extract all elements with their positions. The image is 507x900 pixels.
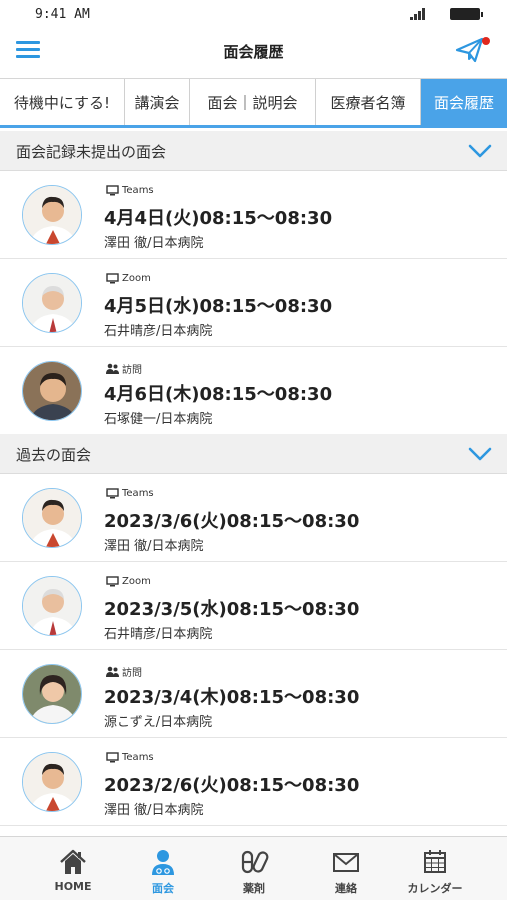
meeting-datetime: 2023/3/6(火)08:15〜08:30 (104, 511, 360, 532)
tab-meetings-briefings[interactable]: 面会｜説明会 (190, 79, 316, 125)
meeting-row[interactable]: Teams 4月4日(火)08:15〜08:30 澤田 徹/日本病院 (0, 171, 507, 259)
meeting-datetime: 2023/3/5(水)08:15〜08:30 (104, 599, 360, 620)
avatar (22, 273, 82, 333)
meeting-person: 澤田 徹/日本病院 (104, 803, 204, 818)
meeting-type-label: Teams (122, 752, 154, 763)
pills-icon (241, 850, 269, 874)
avatar (22, 664, 82, 724)
avatar (22, 185, 82, 245)
chevron-down-icon[interactable] (468, 143, 492, 159)
meeting-row[interactable]: Zoom 2023/3/5(水)08:15〜08:30 石井晴彦/日本病院 (0, 562, 507, 650)
tab-bar: 待機中にする! 講演会 面会｜説明会 医療者名簿 面会履歴 (0, 78, 507, 128)
meeting-person: 澤田 徹/日本病院 (104, 539, 204, 554)
meeting-row[interactable]: Teams 2023/2/6(火)08:15〜08:30 澤田 徹/日本病院 (0, 738, 507, 826)
page-title: 面会履歴 (223, 43, 284, 61)
section-header-pending[interactable]: 面会記録未提出の面会 (0, 131, 507, 171)
nav-home-label: HOME (54, 880, 92, 893)
notification-badge (482, 37, 490, 45)
nav-contact[interactable]: 連絡 (301, 837, 391, 900)
monitor-icon (106, 488, 119, 499)
meeting-row[interactable]: 訪問 4月6日(木)08:15〜08:30 石塚健一/日本病院 (0, 347, 507, 435)
tab-medical-directory[interactable]: 医療者名簿 (316, 79, 421, 125)
meeting-type: Teams (106, 752, 154, 763)
avatar (22, 488, 82, 548)
meeting-person: 石井晴彦/日本病院 (104, 324, 213, 339)
meeting-type-label: Teams (122, 488, 154, 499)
monitor-icon (106, 576, 119, 587)
meeting-row[interactable]: 訪問 2023/3/4(木)08:15〜08:30 源こずえ/日本病院 (0, 650, 507, 738)
meeting-type: Teams (106, 185, 154, 196)
meeting-icon (152, 850, 174, 875)
meeting-type: Zoom (106, 576, 151, 587)
meeting-type-label: Zoom (122, 576, 151, 587)
send-button[interactable] (455, 36, 491, 66)
people-icon (106, 363, 119, 374)
meeting-person: 源こずえ/日本病院 (104, 715, 213, 730)
meeting-person: 石井晴彦/日本病院 (104, 627, 213, 642)
meeting-type-label: Zoom (122, 273, 151, 284)
nav-bar: 面会履歴 (0, 30, 507, 72)
paper-plane-icon (455, 37, 484, 63)
meeting-type-label: 訪問 (122, 668, 142, 679)
meeting-row[interactable]: Zoom 4月5日(水)08:15〜08:30 石井晴彦/日本病院 (0, 259, 507, 347)
meeting-row[interactable]: Teams 2023/3/6(火)08:15〜08:30 澤田 徹/日本病院 (0, 474, 507, 562)
meeting-type: 訪問 (106, 361, 142, 376)
meeting-datetime: 4月4日(火)08:15〜08:30 (104, 208, 333, 229)
meeting-datetime: 2023/2/6(火)08:15〜08:30 (104, 775, 360, 796)
meeting-datetime: 4月6日(木)08:15〜08:30 (104, 384, 333, 405)
meeting-type: 訪問 (106, 664, 142, 679)
people-icon (106, 666, 119, 677)
tab-standby[interactable]: 待機中にする! (0, 79, 125, 125)
nav-meetings[interactable]: 面会 (118, 837, 208, 900)
mail-icon (333, 853, 359, 872)
calendar-icon (424, 850, 446, 873)
tab-meeting-history[interactable]: 面会履歴 (421, 79, 507, 125)
bottom-nav: HOME 面会 薬剤 連絡 カレンダー (0, 836, 507, 900)
nav-calendar-label: カレンダー (407, 882, 463, 895)
section-title-pending: 面会記録未提出の面会 (16, 143, 167, 161)
monitor-icon (106, 185, 119, 196)
meeting-type-label: Teams (122, 185, 154, 196)
meeting-datetime: 2023/3/4(木)08:15〜08:30 (104, 687, 360, 708)
meeting-type-label: 訪問 (122, 365, 142, 376)
tab-lectures[interactable]: 講演会 (125, 79, 190, 125)
monitor-icon (106, 273, 119, 284)
meeting-type: Teams (106, 488, 154, 499)
nav-drugs-label: 薬剤 (243, 882, 265, 895)
section-title-past: 過去の面会 (16, 446, 92, 464)
status-time: 9:41 AM (35, 7, 90, 22)
nav-home[interactable]: HOME (28, 837, 118, 900)
chevron-down-icon[interactable] (468, 446, 492, 462)
signal-icon (410, 8, 428, 20)
meeting-type: Zoom (106, 273, 151, 284)
avatar (22, 576, 82, 636)
section-header-past[interactable]: 過去の面会 (0, 434, 507, 474)
avatar (22, 361, 82, 421)
status-bar: 9:41 AM (0, 0, 507, 30)
battery-icon (450, 8, 483, 20)
nav-drugs[interactable]: 薬剤 (209, 837, 299, 900)
nav-meetings-label: 面会 (152, 882, 174, 895)
avatar (22, 752, 82, 812)
home-icon (60, 849, 86, 874)
nav-contact-label: 連絡 (335, 882, 357, 895)
meeting-person: 石塚健一/日本病院 (104, 412, 213, 427)
meeting-datetime: 4月5日(水)08:15〜08:30 (104, 296, 333, 317)
meeting-person: 澤田 徹/日本病院 (104, 236, 204, 251)
nav-calendar[interactable]: カレンダー (390, 837, 480, 900)
monitor-icon (106, 752, 119, 763)
